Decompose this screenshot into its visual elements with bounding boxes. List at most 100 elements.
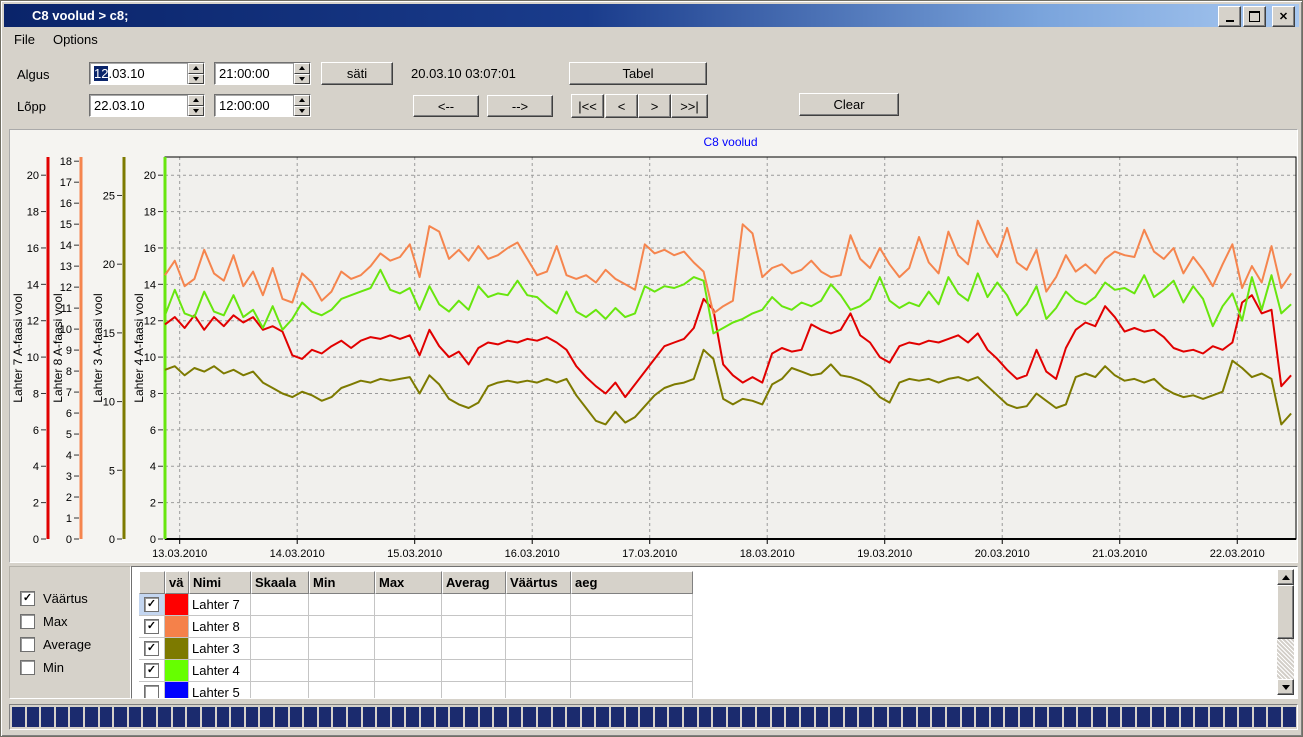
y-tick-label: 10 [27,352,39,364]
step-forward-button[interactable]: --> [487,95,553,117]
progress-segment [100,707,113,727]
cell-min [309,682,375,699]
algus-date-field[interactable]: 12.03.10 [89,62,205,85]
y-tick-label: 17 [60,177,72,189]
lopp-date-field[interactable]: 22.03.10 [89,94,205,117]
y-tick-label: 2 [66,492,72,504]
table-header-Averag[interactable]: Averag [442,571,506,594]
algus-date-selected-text: 12 [94,66,108,81]
progress-segment [538,707,551,727]
table-row[interactable]: Lahter 5 [139,682,693,699]
legend-panel: ✓ Väärtus Max Average Min [9,566,131,699]
last-page-button[interactable]: >>| [671,94,708,118]
menu-item-file[interactable]: File [5,29,44,50]
close-button[interactable]: ✕ [1272,6,1295,27]
spin-down-button[interactable] [294,106,310,117]
algus-time-field[interactable]: 21:00:00 [214,62,311,85]
progress-segment [962,707,975,727]
sati-button[interactable]: säti [321,62,393,85]
table-row[interactable]: ✓Lahter 8 [139,616,693,638]
progress-segment [275,707,288,727]
y-tick-label: 12 [27,316,39,328]
menu-item-options[interactable]: Options [44,29,107,50]
progress-segment [1049,707,1062,727]
y-axis-label: Lahter 7 A-faasi vool [11,293,25,402]
y-tick-label: 5 [109,465,115,477]
x-tick-label: 17.03.2010 [622,548,677,560]
x-tick-label: 22.03.2010 [1210,548,1265,560]
title-bar[interactable]: C8 voolud > c8; ✕ [4,4,1299,27]
spin-up-button[interactable] [188,95,204,106]
spin-up-button[interactable] [294,95,310,106]
step-back-button[interactable]: <-- [413,95,479,117]
max-checkbox[interactable] [20,614,35,629]
table-row[interactable]: ✓Lahter 4 [139,660,693,682]
progress-segment [1283,707,1296,727]
scroll-up-button[interactable] [1277,569,1294,585]
lopp-time-value: 12:00:00 [215,98,293,113]
row-select-cell[interactable]: ✓ [139,660,165,682]
progress-segment [626,707,639,727]
progress-segment [757,707,770,727]
progress-segment [684,707,697,727]
progress-segment [845,707,858,727]
table-header-Nimi[interactable]: Nimi [189,571,251,594]
cell-max [375,682,442,699]
progress-segment [1225,707,1238,727]
series-visible-checkbox[interactable] [144,685,159,699]
spin-down-button[interactable] [188,74,204,85]
cell-aeg [571,638,693,660]
series-visible-checkbox[interactable]: ✓ [144,663,159,678]
row-select-cell[interactable]: ✓ [139,638,165,660]
progress-segment [56,707,69,727]
minimize-button[interactable] [1218,6,1241,27]
spin-down-button[interactable] [294,74,310,85]
table-header-Skaala[interactable]: Skaala [251,571,309,594]
table-header-Min[interactable]: Min [309,571,375,594]
series-visible-checkbox[interactable]: ✓ [144,597,159,612]
row-select-cell[interactable] [139,682,165,699]
clear-button[interactable]: Clear [799,93,899,116]
table-scrollbar[interactable] [1277,569,1294,695]
trend-chart[interactable]: C8 voolud13.03.201014.03.201015.03.20101… [10,130,1297,562]
progress-segment [70,707,83,727]
progress-segment [392,707,405,727]
progress-segment [1181,707,1194,727]
table-row[interactable]: ✓Lahter 7 [139,594,693,616]
tabel-button[interactable]: Tabel [569,62,707,85]
min-checkbox[interactable] [20,660,35,675]
spin-up-button[interactable] [188,63,204,74]
first-page-button[interactable]: |<< [571,94,604,118]
prev-page-button[interactable]: < [605,94,638,118]
y-tick-label: 12 [60,282,72,294]
table-header-aeg[interactable]: aeg [571,571,693,594]
average-checkbox[interactable] [20,637,35,652]
scroll-down-button[interactable] [1277,679,1294,695]
spin-up-button[interactable] [294,63,310,74]
next-page-button[interactable]: > [638,94,671,118]
maximize-button[interactable] [1243,6,1266,27]
y-tick-label: 8 [66,366,72,378]
row-select-cell[interactable]: ✓ [139,594,165,616]
table-header-vä[interactable]: vä [165,571,189,594]
table-header-selector[interactable] [139,571,165,594]
progress-segment [260,707,273,727]
cell-min [309,660,375,682]
progress-segment [12,707,25,727]
progress-segment [1093,707,1106,727]
lopp-time-field[interactable]: 12:00:00 [214,94,311,117]
scrollbar-thumb[interactable] [1277,585,1294,639]
table-row[interactable]: ✓Lahter 3 [139,638,693,660]
table-header-Max[interactable]: Max [375,571,442,594]
series-visible-checkbox[interactable]: ✓ [144,619,159,634]
vaartus-checkbox[interactable]: ✓ [20,591,35,606]
progress-segment [553,707,566,727]
series-visible-checkbox[interactable]: ✓ [144,641,159,656]
progress-segment [333,707,346,727]
row-select-cell[interactable]: ✓ [139,616,165,638]
table-header-Väärtus[interactable]: Väärtus [506,571,571,594]
cell-skaala [251,594,309,616]
y-tick-label: 13 [60,261,72,273]
series-table: väNimiSkaalaMinMaxAveragVäärtusaeg✓Lahte… [139,571,693,699]
spin-down-button[interactable] [188,106,204,117]
